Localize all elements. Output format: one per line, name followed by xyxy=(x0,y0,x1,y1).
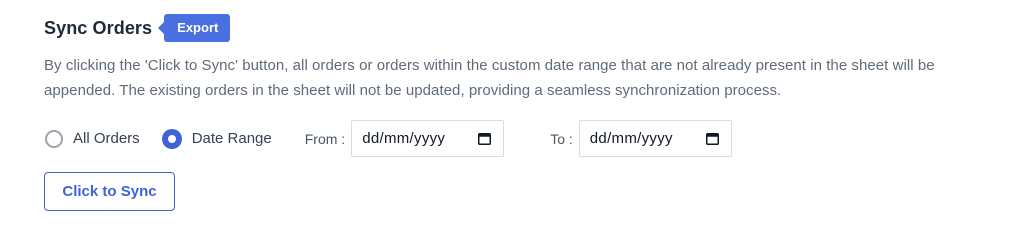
radio-circle-checked-icon[interactable] xyxy=(161,128,182,149)
radio-all-orders[interactable]: All Orders xyxy=(45,129,140,148)
description-text: By clicking the 'Click to Sync' button, … xyxy=(44,57,935,99)
radio-date-range[interactable]: Date Range xyxy=(161,128,272,149)
export-badge: Export xyxy=(158,14,231,42)
sync-orders-panel: Sync Orders Export By clicking the 'Clic… xyxy=(0,0,1024,237)
from-label: From : xyxy=(304,130,346,147)
to-date-value: dd/mm/yyyy xyxy=(589,130,673,147)
calendar-icon[interactable] xyxy=(478,132,492,145)
from-date-value: dd/mm/yyyy xyxy=(362,130,446,147)
radio-date-range-label: Date Range xyxy=(191,130,272,147)
title-row: Sync Orders Export xyxy=(44,13,231,43)
to-label: To : xyxy=(550,130,573,147)
radio-circle-icon[interactable] xyxy=(45,129,63,148)
click-to-sync-button[interactable]: Click to Sync xyxy=(44,172,175,211)
to-date-input[interactable]: dd/mm/yyyy xyxy=(578,120,732,157)
radio-all-orders-label: All Orders xyxy=(73,130,140,147)
page-title: Sync Orders xyxy=(44,17,153,38)
sync-options: All Orders Date Range From : dd/mm/yyyy … xyxy=(44,120,732,157)
from-date-input[interactable]: dd/mm/yyyy xyxy=(351,120,505,157)
calendar-icon[interactable] xyxy=(705,132,719,145)
